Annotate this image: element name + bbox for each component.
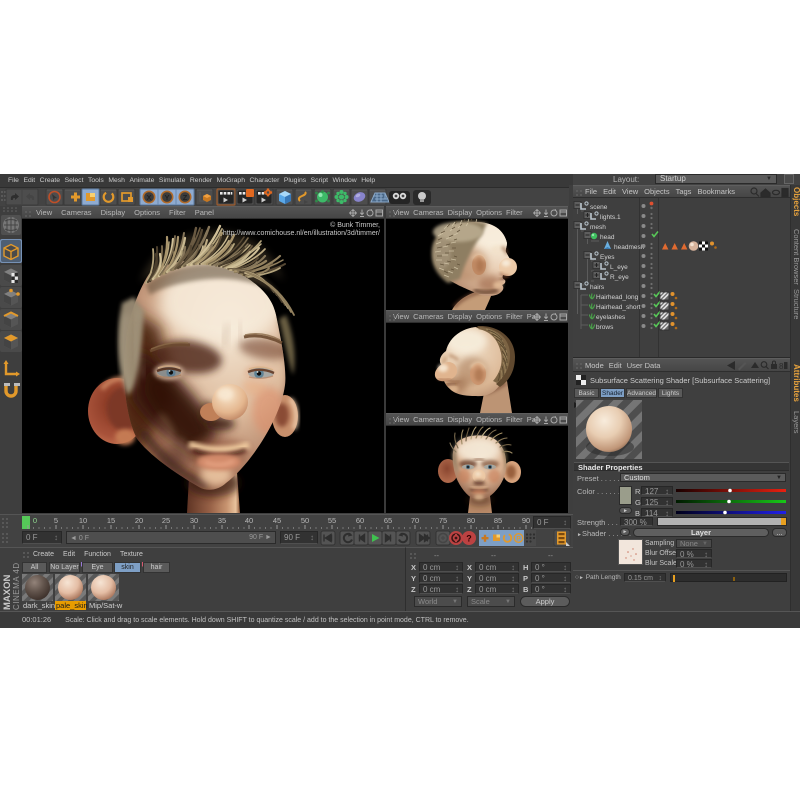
svg-text:P: P — [516, 536, 521, 543]
svg-text:0: 0 — [33, 516, 37, 525]
svg-text:45: 45 — [273, 516, 281, 525]
svg-text:Mip/Sat-w: Mip/Sat-w — [89, 601, 123, 610]
svg-text:Z: Z — [183, 193, 188, 202]
svg-text:Y: Y — [164, 193, 169, 202]
svg-text:headmesh: headmesh — [614, 244, 645, 251]
svg-text:R_eye: R_eye — [610, 274, 629, 281]
svg-text:8: 8 — [779, 362, 784, 371]
svg-text:65: 65 — [384, 516, 392, 525]
svg-text:85: 85 — [494, 516, 502, 525]
svg-text:55: 55 — [328, 516, 336, 525]
svg-text:hairs: hairs — [590, 284, 605, 291]
svg-text:80: 80 — [467, 516, 475, 525]
svg-text:Hairhead_long: Hairhead_long — [596, 294, 639, 301]
svg-text:X: X — [146, 193, 151, 202]
svg-text:90: 90 — [522, 516, 530, 525]
svg-text:25: 25 — [162, 516, 170, 525]
svg-text:35: 35 — [218, 516, 226, 525]
svg-text:70: 70 — [411, 516, 419, 525]
svg-text:head: head — [600, 234, 615, 241]
svg-text:mesh: mesh — [590, 224, 606, 231]
svg-text:30: 30 — [190, 516, 198, 525]
svg-text:Hairhead_short: Hairhead_short — [596, 304, 641, 311]
svg-text:eyelashes: eyelashes — [596, 314, 626, 321]
svg-text:20: 20 — [135, 516, 143, 525]
svg-text:40: 40 — [245, 516, 253, 525]
svg-text:50: 50 — [301, 516, 309, 525]
svg-text:L_eye: L_eye — [610, 264, 628, 271]
svg-text:Eyes: Eyes — [600, 254, 615, 261]
svg-text:75: 75 — [439, 516, 447, 525]
svg-text:pale_skin: pale_skin — [56, 601, 88, 610]
svg-text:10: 10 — [79, 516, 87, 525]
svg-text:?: ? — [466, 534, 472, 544]
svg-text:60: 60 — [356, 516, 364, 525]
svg-text:CINEMA 4D: CINEMA 4D — [12, 562, 21, 610]
svg-text:scene: scene — [590, 204, 608, 211]
svg-text:lights.1: lights.1 — [600, 214, 621, 221]
svg-text:dark_skin: dark_skin — [23, 601, 55, 610]
svg-text:5: 5 — [54, 516, 58, 525]
svg-text:15: 15 — [107, 516, 115, 525]
svg-text:brows: brows — [596, 324, 614, 331]
